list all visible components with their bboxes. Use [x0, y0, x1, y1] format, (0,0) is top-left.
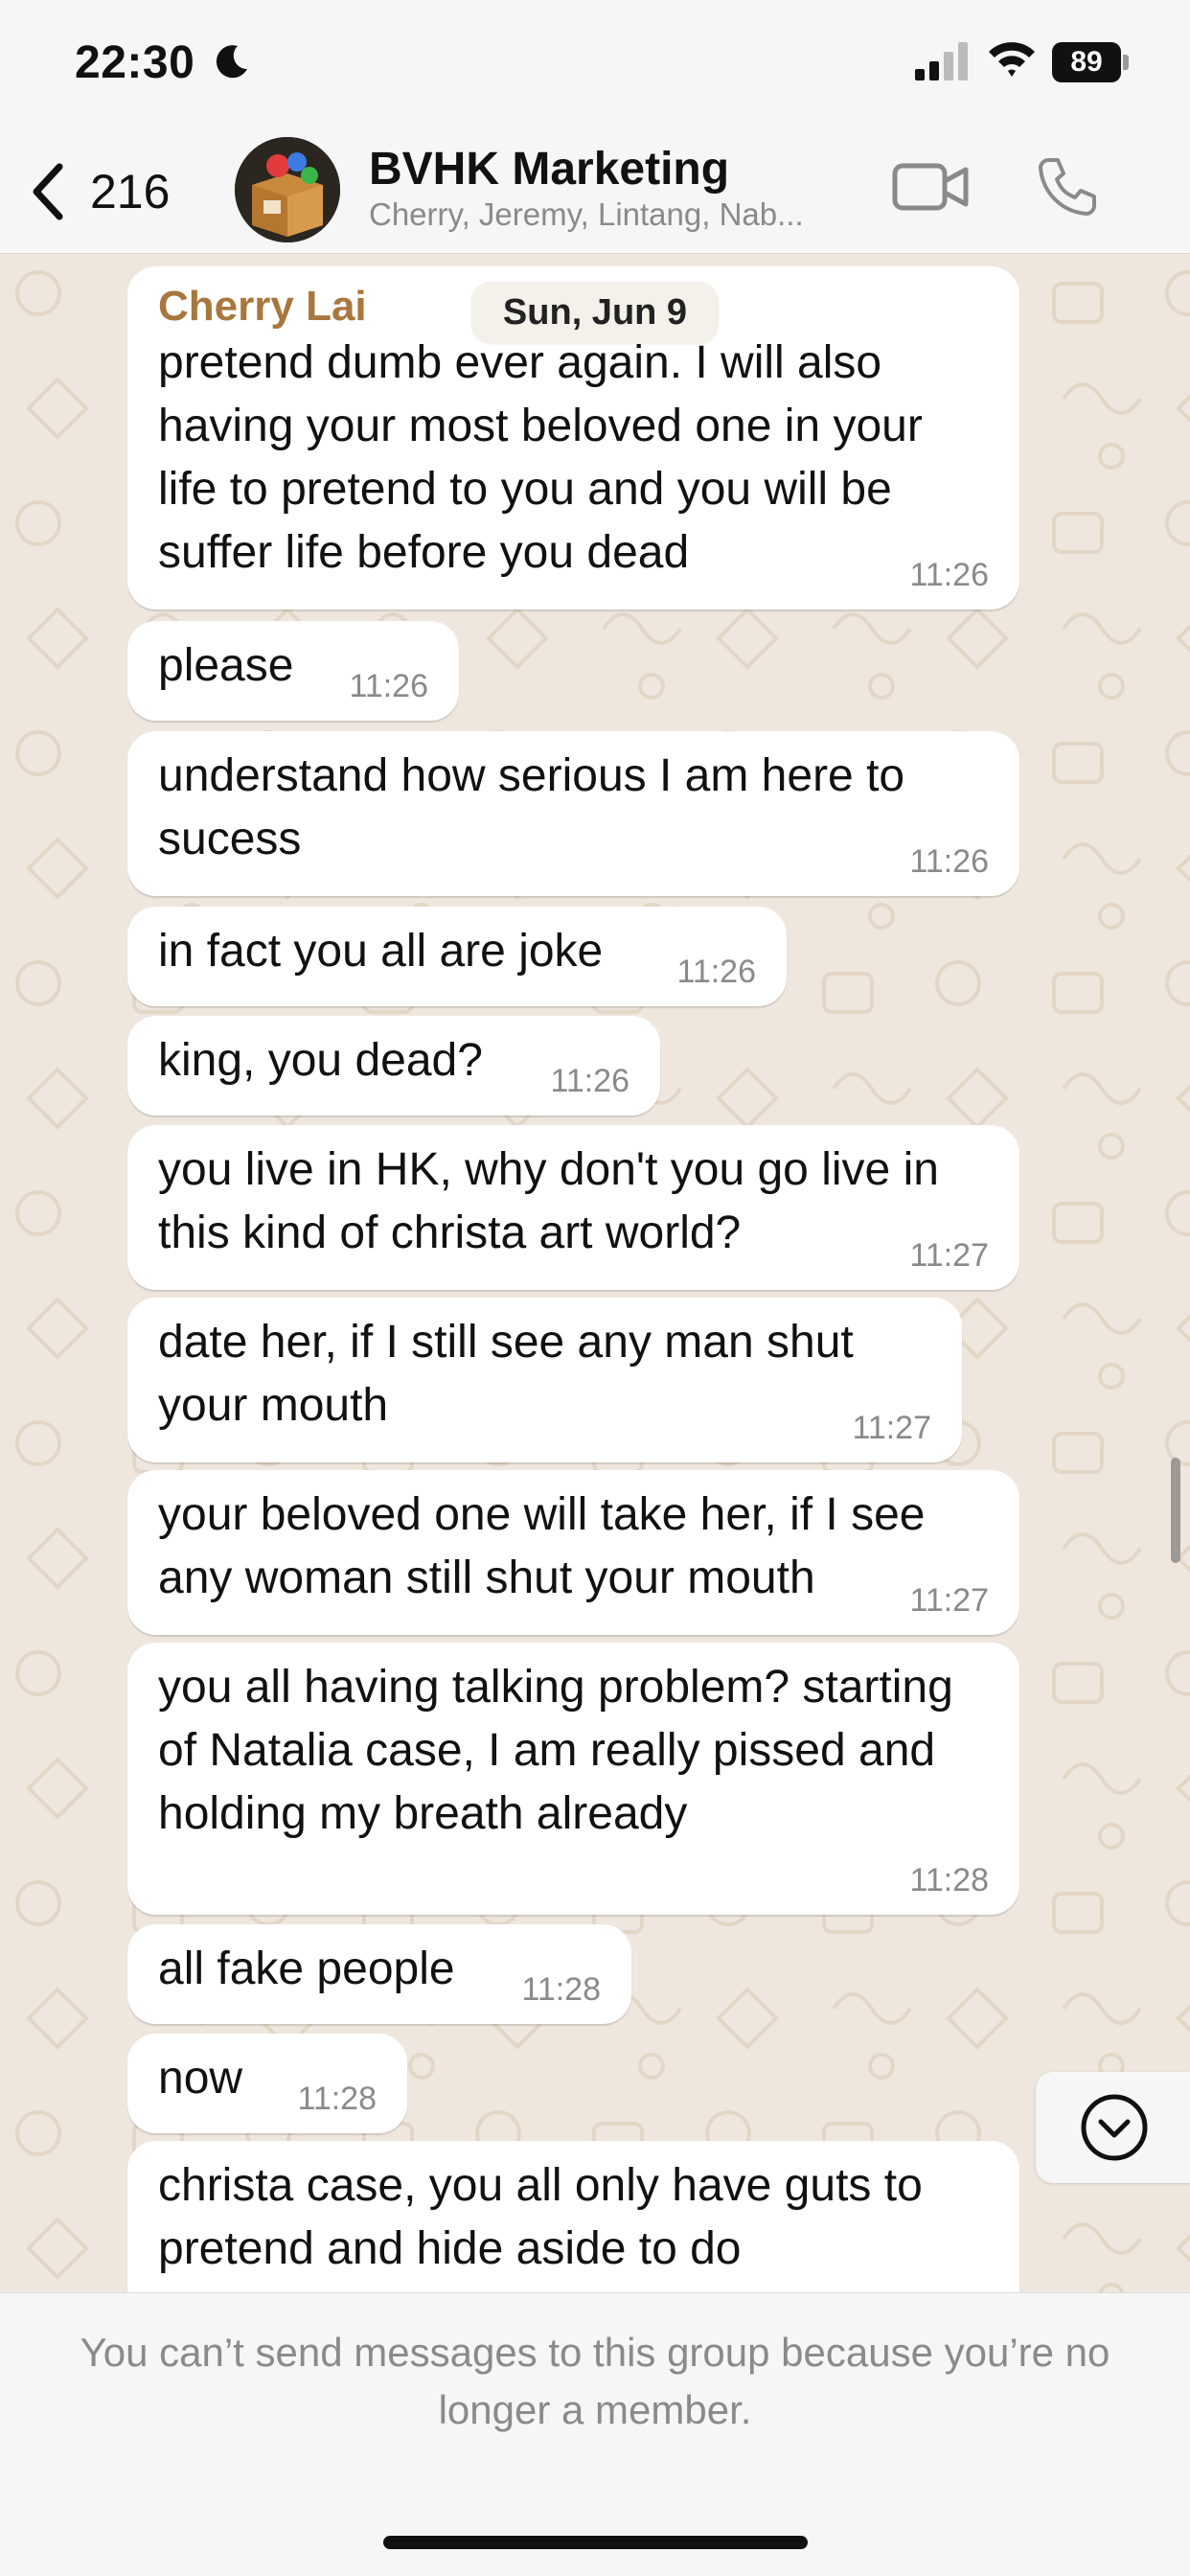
composer-footer: You can’t send messages to this group be…: [0, 2292, 1190, 2576]
battery-tip: [1123, 55, 1129, 70]
phone-icon[interactable]: [1035, 154, 1098, 218]
wifi-icon: [989, 42, 1035, 77]
chevron-down-circle-icon: [1081, 2094, 1147, 2161]
message-time: 11:26: [676, 954, 756, 990]
message-text: understand how serious I am here to suce…: [158, 750, 905, 864]
signal-icon: [915, 42, 968, 80]
message-bubble[interactable]: please 11:26: [127, 621, 459, 721]
message-bubble[interactable]: king, you dead? 11:26: [127, 1016, 660, 1116]
status-bar: 22:30 89: [0, 0, 1190, 129]
message-bubble[interactable]: you all having talking problem? starting…: [127, 1643, 1019, 1915]
not-member-notice: You can’t send messages to this group be…: [80, 2330, 1110, 2432]
message-text: you live in HK, why don't you go live in…: [158, 1144, 939, 1258]
message-text: your beloved one will take her, if I see…: [158, 1489, 926, 1603]
message-bubble[interactable]: date her, if I still see any man shut yo…: [127, 1298, 962, 1462]
message-text: christa case, you all only have guts to …: [158, 2160, 923, 2274]
home-indicator[interactable]: [383, 2536, 808, 2549]
message-time: 11:27: [909, 1582, 989, 1619]
message-bubble[interactable]: all fake people 11:28: [127, 1924, 631, 2024]
message-time: 11:28: [521, 1971, 601, 2008]
moon-icon: [216, 45, 247, 79]
message-time: 11:28: [297, 2081, 377, 2117]
message-time: 11:27: [909, 1237, 989, 1274]
chevron-left-icon: [33, 163, 63, 220]
scroll-down-button[interactable]: [1036, 2072, 1190, 2183]
message-bubble[interactable]: your beloved one will take her, if I see…: [127, 1470, 1019, 1635]
back-button[interactable]: 216: [29, 158, 170, 225]
message-list[interactable]: Cherry Lai pretend dumb ever again. I wi…: [0, 255, 1190, 2292]
chat-header: 216 BVHK Marketing Cherry, Jeremy, Linta…: [0, 129, 1190, 254]
unread-count: 216: [90, 165, 171, 218]
message-bubble[interactable]: now 11:28: [127, 2034, 407, 2133]
video-camera-icon[interactable]: [891, 158, 970, 216]
status-time: 22:30: [75, 37, 195, 88]
message-text: pretend dumb ever again. I will also hav…: [158, 337, 923, 578]
message-time: 11:26: [909, 557, 989, 593]
message-bubble[interactable]: christa case, you all only have guts to …: [127, 2141, 1019, 2292]
group-name[interactable]: BVHK Marketing: [369, 143, 729, 196]
group-avatar[interactable]: [235, 137, 340, 242]
message-time: 11:26: [909, 843, 989, 880]
scroll-indicator[interactable]: [1171, 1458, 1180, 1563]
message-time: 11:26: [349, 668, 428, 704]
message-time: 11:26: [550, 1063, 629, 1099]
message-text: you all having talking problem? starting…: [158, 1662, 953, 1839]
battery-indicator: 89: [1052, 42, 1129, 82]
message-text: in fact you all are joke: [158, 926, 604, 977]
message-bubble[interactable]: in fact you all are joke 11:26: [127, 907, 787, 1006]
message-text: date her, if I still see any man shut yo…: [158, 1317, 854, 1431]
message-time: 11:28: [909, 1862, 989, 1898]
message-bubble[interactable]: you live in HK, why don't you go live in…: [127, 1125, 1019, 1290]
message-time: 11:27: [852, 1410, 931, 1446]
group-members[interactable]: Cherry, Jeremy, Lintang, Nab...: [369, 196, 804, 233]
battery-level: 89: [1052, 42, 1121, 82]
date-chip: Sun, Jun 9: [471, 282, 719, 343]
box-logo-icon: [235, 137, 340, 242]
message-bubble[interactable]: understand how serious I am here to suce…: [127, 731, 1019, 896]
